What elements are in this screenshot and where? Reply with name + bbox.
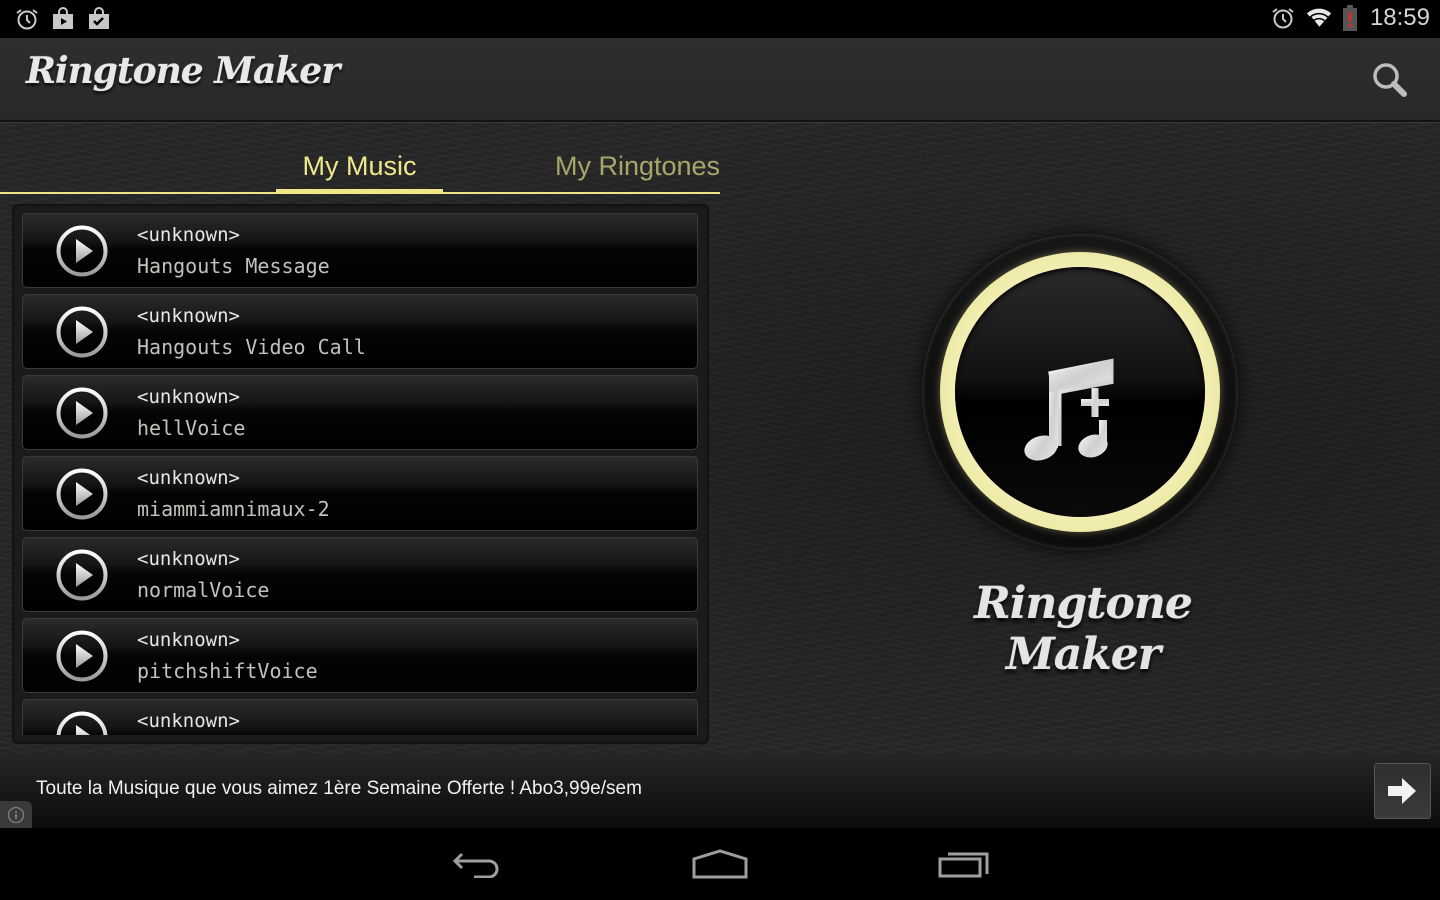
ad-open-button[interactable] [1374, 763, 1431, 819]
store-check-icon [86, 6, 112, 32]
song-list-item[interactable]: <unknown> [22, 699, 698, 735]
play-icon[interactable] [55, 224, 109, 278]
song-artist: <unknown> [137, 710, 240, 732]
song-title: normalVoice [137, 578, 270, 602]
song-list[interactable]: <unknown> Hangouts Message <unknown> Hangou… [12, 204, 709, 744]
song-artist: <unknown> [137, 224, 240, 246]
back-icon [452, 852, 499, 878]
play-icon[interactable] [55, 548, 109, 602]
song-artist: <unknown> [137, 386, 240, 408]
search-button[interactable] [1370, 60, 1410, 100]
app-logo: Ringtone Maker [26, 50, 340, 92]
song-artist: <unknown> [137, 629, 240, 651]
search-icon [1373, 63, 1407, 97]
app-logo-large: Ringtone Maker [974, 578, 1193, 680]
ad-text[interactable]: Toute la Musique que vous aimez 1ère Sem… [36, 778, 642, 800]
battery-low-icon [1342, 5, 1358, 31]
status-bar: 18:59 [0, 0, 1440, 38]
song-title: pitchshiftVoice [137, 659, 318, 683]
home-icon [692, 849, 748, 879]
recents-icon [938, 852, 989, 878]
play-icon[interactable] [55, 629, 109, 683]
play-icon[interactable] [55, 710, 109, 735]
play-icon[interactable] [55, 305, 109, 359]
wifi-icon [1306, 5, 1332, 31]
clock: 18:59 [1369, 4, 1430, 31]
ad-banner[interactable]: Toute la Musique que vous aimez 1ère Sem… [0, 753, 1440, 828]
play-icon[interactable] [55, 386, 109, 440]
song-list-item[interactable]: <unknown> Hangouts Video Call [22, 294, 698, 369]
song-title: Hangouts Video Call [137, 335, 366, 359]
song-list-item[interactable]: <unknown> Hangouts Message [22, 213, 698, 288]
song-title: Hangouts Message [137, 254, 330, 278]
play-icon[interactable] [55, 467, 109, 521]
song-list-item[interactable]: <unknown> pitchshiftVoice [22, 618, 698, 693]
action-bar: Ringtone Maker [0, 38, 1440, 122]
add-music-icon [1024, 358, 1114, 461]
song-artist: <unknown> [137, 305, 240, 327]
song-artist: <unknown> [137, 467, 240, 489]
song-title: miammiamnimaux-2 [137, 497, 330, 521]
play-store-icon [50, 6, 76, 32]
recents-button[interactable] [924, 842, 1004, 886]
info-icon [7, 806, 25, 823]
back-button[interactable] [437, 842, 517, 886]
song-artist: <unknown> [137, 548, 240, 570]
ad-info-button[interactable] [0, 801, 32, 828]
tab-my-ringtones[interactable]: My Ringtones [520, 140, 755, 192]
tab-bar: My Music My Ringtones [0, 134, 720, 194]
navigation-bar [0, 828, 1440, 900]
app-container: Ringtone Maker My Music My Ringtones <un… [0, 38, 1440, 753]
home-button[interactable] [680, 842, 760, 886]
song-title: hellVoice [137, 416, 246, 440]
arrow-right-icon [1387, 778, 1416, 804]
alarm-icon [1270, 5, 1296, 31]
song-list-item[interactable]: <unknown> miammiamnimaux-2 [22, 456, 698, 531]
song-list-item[interactable]: <unknown> normalVoice [22, 537, 698, 612]
tab-my-music[interactable]: My Music [276, 140, 443, 194]
alarm-icon [14, 6, 40, 32]
make-ringtone-button[interactable] [922, 234, 1238, 550]
song-list-item[interactable]: <unknown> hellVoice [22, 375, 698, 450]
